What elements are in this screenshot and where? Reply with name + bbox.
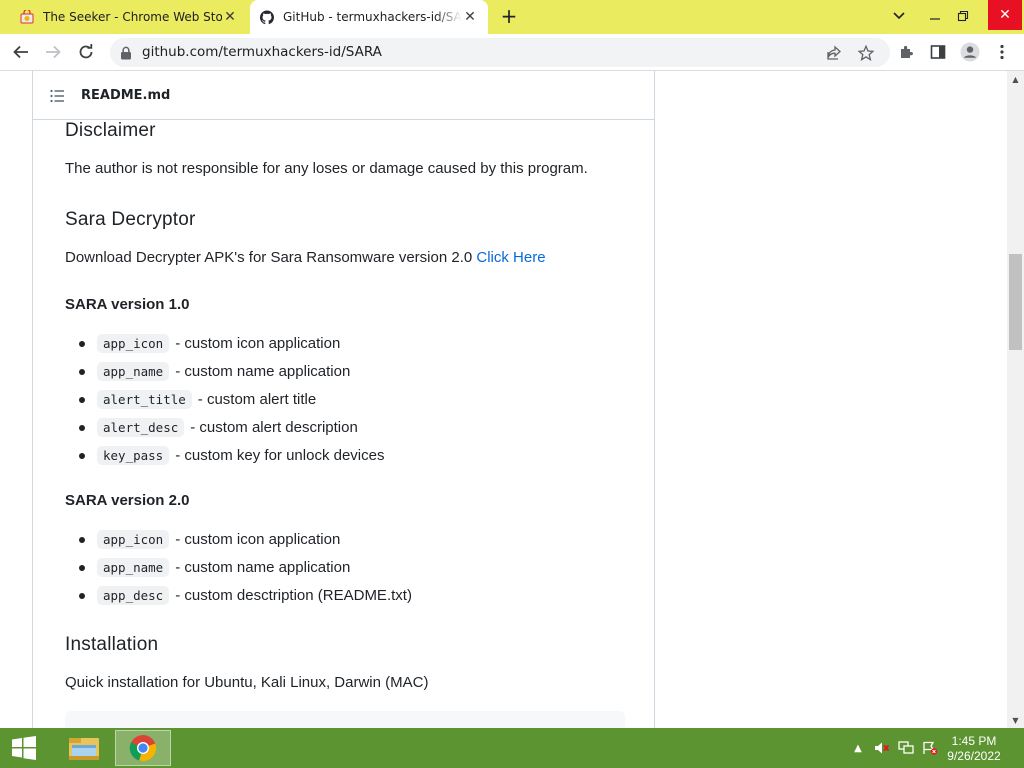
list-item: key_pass - custom key for unlock devices xyxy=(65,441,384,469)
option-code: app_name xyxy=(97,361,170,381)
disclaimer-text: The author is not responsible for any lo… xyxy=(65,160,588,177)
v1-list: app_icon - custom icon application app_na… xyxy=(65,329,384,469)
close-window-icon[interactable]: ✕ xyxy=(988,0,1022,30)
v2-heading: SARA version 2.0 xyxy=(65,492,190,509)
forward-arrow-icon[interactable] xyxy=(40,39,66,65)
page-scrollbar[interactable]: ▲ ▼ xyxy=(1007,71,1024,728)
option-code: app_name xyxy=(97,557,170,577)
tab-strip: The Seeker - Chrome Web Store ✕ GitHub -… xyxy=(0,0,1024,34)
decryptor-text: Download Decrypter APK's for Sara Ransom… xyxy=(65,249,473,266)
reload-icon[interactable] xyxy=(73,39,99,65)
list-item: app_desc - custom desctription (README.tx… xyxy=(65,581,412,609)
readme-box: README.md Disclaimer The author is not r… xyxy=(32,71,655,728)
list-item: app_icon - custom icon application xyxy=(65,525,412,553)
start-windows-icon[interactable] xyxy=(0,728,48,768)
v1-heading: SARA version 1.0 xyxy=(65,296,190,313)
tab-github[interactable]: GitHub - termuxhackers-id/SARA ✕ xyxy=(250,0,488,34)
clock-date: 9/26/2022 xyxy=(947,749,1001,763)
option-desc: - custom name application xyxy=(175,362,351,380)
show-hidden-icons-icon[interactable]: ▲ xyxy=(850,728,866,768)
browser-toolbar: github.com/termuxhackers-id/SARA xyxy=(0,34,1024,71)
list-item: alert_desc - custom alert description xyxy=(65,413,384,441)
installation-text: Quick installation for Ubuntu, Kali Linu… xyxy=(65,674,429,691)
v2-list: app_icon - custom icon application app_na… xyxy=(65,525,412,609)
option-code: alert_desc xyxy=(97,417,185,437)
action-center-flag-icon[interactable] xyxy=(920,728,940,768)
menu-kebab-icon[interactable] xyxy=(989,39,1015,65)
clock-time: 1:45 PM xyxy=(951,734,997,748)
option-desc: - custom alert description xyxy=(190,418,358,436)
restore-icon[interactable] xyxy=(950,3,976,29)
tab-title: The Seeker - Chrome Web Store xyxy=(43,10,222,24)
list-item: app_name - custom name application xyxy=(65,357,384,385)
readme-filename[interactable]: README.md xyxy=(81,88,170,103)
option-desc: - custom alert title xyxy=(197,390,317,408)
profile-avatar-icon[interactable] xyxy=(957,39,983,65)
url-text: github.com/termuxhackers-id/SARA xyxy=(142,44,382,60)
chrome-taskbar-icon[interactable] xyxy=(115,730,171,766)
minimize-icon[interactable] xyxy=(922,3,948,29)
file-explorer-icon[interactable] xyxy=(56,730,112,766)
option-desc: - custom icon application xyxy=(175,530,341,548)
scroll-up-icon[interactable]: ▲ xyxy=(1007,71,1024,87)
code-block xyxy=(65,711,625,728)
outline-list-icon[interactable] xyxy=(50,88,66,103)
share-icon[interactable] xyxy=(822,41,846,65)
installation-heading: Installation xyxy=(65,634,159,655)
readme-header: README.md xyxy=(33,71,654,120)
list-item: app_name - custom name application xyxy=(65,553,412,581)
lock-icon[interactable] xyxy=(120,45,132,60)
close-tab-icon[interactable]: ✕ xyxy=(222,9,238,25)
close-tab-icon[interactable]: ✕ xyxy=(462,9,478,25)
option-desc: - custom key for unlock devices xyxy=(175,446,385,464)
tab-chrome-web-store[interactable]: The Seeker - Chrome Web Store ✕ xyxy=(8,0,248,34)
chrome-web-store-icon xyxy=(20,10,34,24)
disclaimer-heading: Disclaimer xyxy=(65,120,156,141)
scroll-down-icon[interactable]: ▼ xyxy=(1007,712,1024,728)
side-panel-icon[interactable] xyxy=(925,39,951,65)
extensions-puzzle-icon[interactable] xyxy=(893,39,919,65)
network-icon[interactable] xyxy=(896,728,916,768)
bookmark-star-icon[interactable] xyxy=(854,41,878,65)
option-code: alert_title xyxy=(97,389,192,409)
tab-search-chevron-icon[interactable] xyxy=(886,3,912,29)
option-desc: - custom desctription (README.txt) xyxy=(175,586,412,604)
option-code: app_desc xyxy=(97,585,170,605)
back-arrow-icon[interactable] xyxy=(8,39,34,65)
new-tab-button[interactable]: + xyxy=(498,6,520,27)
page-viewport: README.md Disclaimer The author is not r… xyxy=(0,71,1024,728)
list-item: app_icon - custom icon application xyxy=(65,329,384,357)
option-code: app_icon xyxy=(97,529,170,549)
address-bar[interactable]: github.com/termuxhackers-id/SARA xyxy=(110,38,890,67)
list-item: alert_title - custom alert title xyxy=(65,385,384,413)
system-clock[interactable]: 1:45 PM 9/26/2022 xyxy=(940,734,1008,764)
windows-taskbar: ▲ 1:45 PM 9/26/2022 xyxy=(0,728,1024,768)
decryptor-paragraph: Download Decrypter APK's for Sara Ransom… xyxy=(65,249,546,266)
decryptor-heading: Sara Decryptor xyxy=(65,209,196,230)
option-desc: - custom icon application xyxy=(175,334,341,352)
github-icon xyxy=(260,10,274,24)
volume-muted-icon[interactable] xyxy=(872,728,892,768)
click-here-link[interactable]: Click Here xyxy=(476,249,545,266)
option-code: key_pass xyxy=(97,445,170,465)
tab-title: GitHub - termuxhackers-id/SARA xyxy=(283,10,462,24)
option-code: app_icon xyxy=(97,333,170,353)
option-desc: - custom name application xyxy=(175,558,351,576)
scrollbar-thumb[interactable] xyxy=(1009,254,1022,350)
